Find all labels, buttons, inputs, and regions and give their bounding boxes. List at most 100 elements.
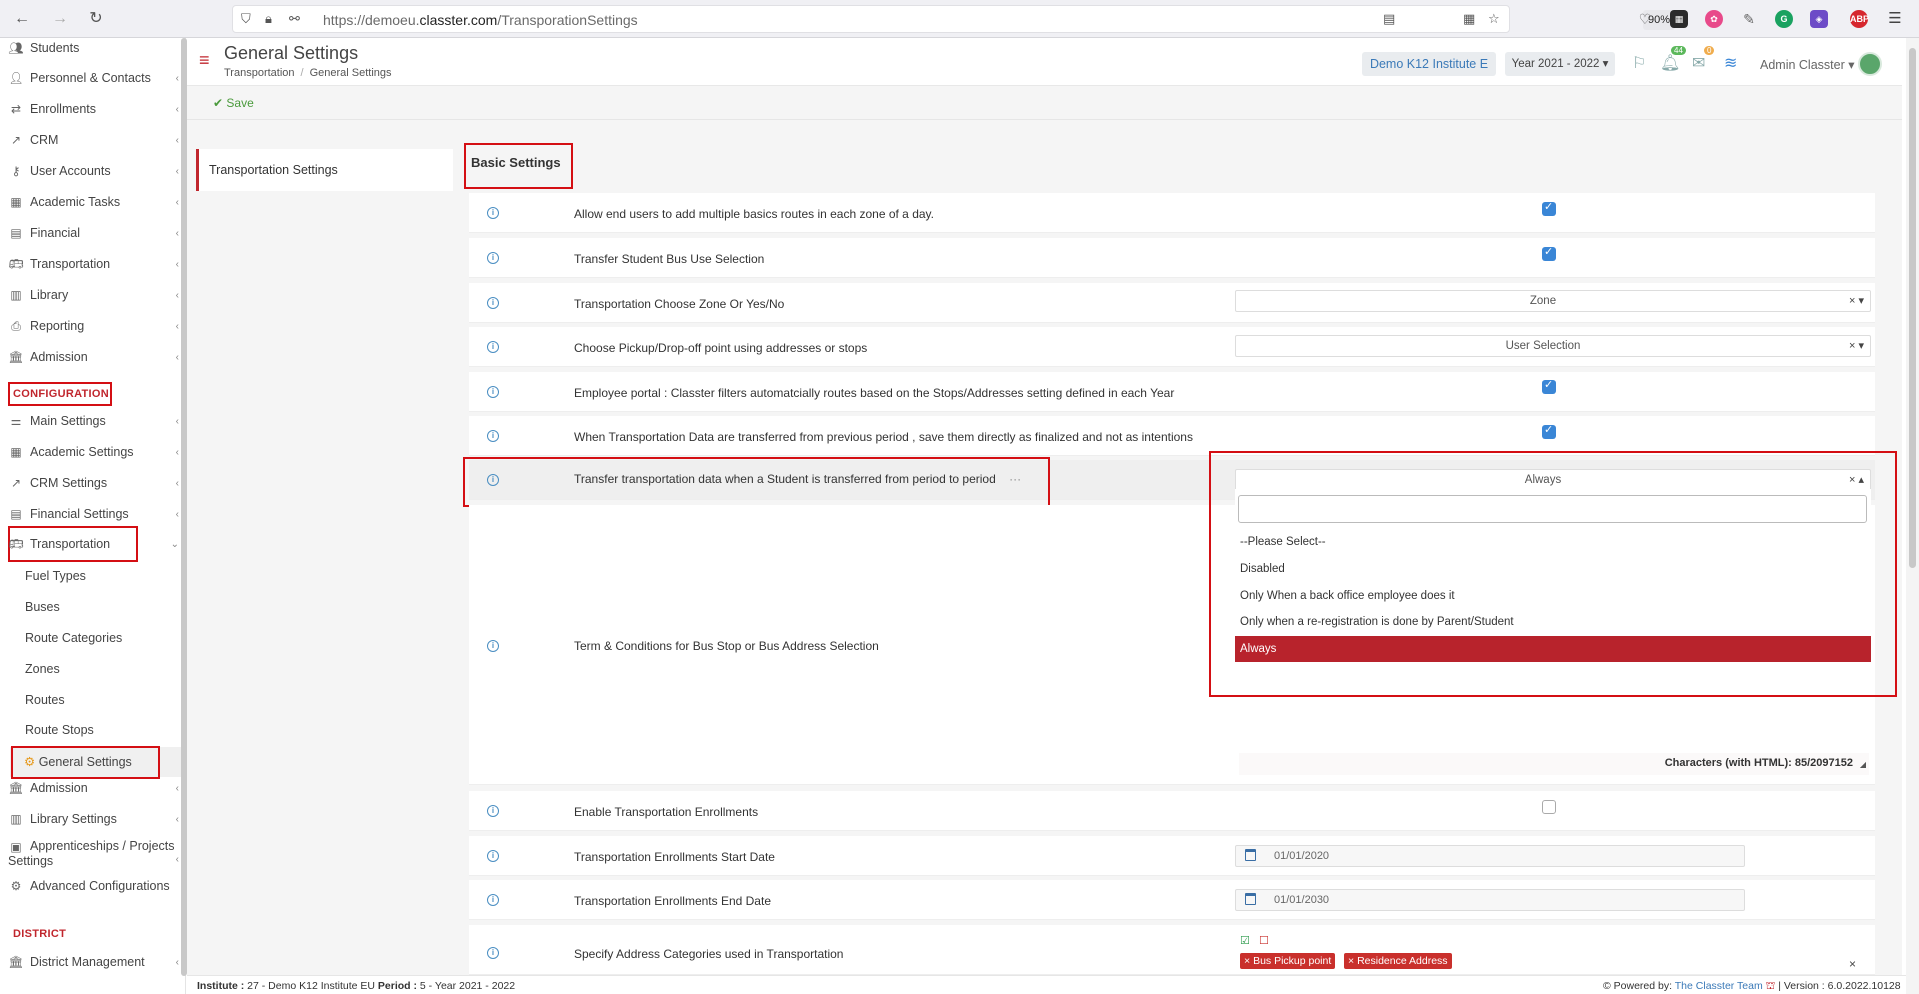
- info-icon[interactable]: i: [487, 640, 499, 652]
- info-icon[interactable]: i: [487, 207, 499, 219]
- setting-checkbox[interactable]: [1542, 245, 1556, 261]
- sidebar-item-district-management[interactable]: 🏛︎ District Management ‹: [0, 948, 181, 976]
- calendar-icon[interactable]: [1245, 849, 1256, 861]
- sidebar-item-academic-tasks[interactable]: ▦ Academic Tasks ‹: [0, 188, 181, 216]
- sidebar-item-crm-settings[interactable]: ↗ CRM Settings ‹: [0, 469, 181, 497]
- sidebar-sub-route-stops[interactable]: Route Stops: [25, 723, 94, 737]
- select-all-icon[interactable]: ☑: [1240, 934, 1250, 947]
- setting-checkbox[interactable]: [1542, 800, 1556, 814]
- info-icon[interactable]: i: [487, 430, 499, 442]
- chevron-left-icon: ‹: [175, 508, 179, 520]
- setting-select[interactable]: User Selection × ▾: [1235, 335, 1871, 357]
- sidebar-item-main-settings[interactable]: ⚌ Main Settings ‹: [0, 407, 181, 435]
- clear-caret-icon[interactable]: × ▾: [1849, 294, 1864, 307]
- qr-icon[interactable]: ▦: [1463, 11, 1475, 27]
- start-date-input[interactable]: 01/01/2020: [1235, 845, 1745, 867]
- sidebar-item-financial-settings[interactable]: ▤ Financial Settings ‹: [0, 500, 181, 528]
- sidebar-item-library[interactable]: ▥ Library ‹: [0, 281, 181, 309]
- hamburger-icon[interactable]: ≡: [199, 50, 210, 71]
- page-scrollbar[interactable]: [1906, 38, 1919, 994]
- info-icon[interactable]: i: [487, 341, 499, 353]
- avatar[interactable]: [1858, 52, 1882, 76]
- info-icon[interactable]: i: [487, 252, 499, 264]
- save-button[interactable]: ✔ Save: [213, 96, 254, 110]
- color-wheel-icon[interactable]: ✿: [1705, 10, 1723, 28]
- reload-icon[interactable]: ↻: [86, 9, 106, 29]
- calendar-icon[interactable]: [1245, 893, 1256, 905]
- info-icon[interactable]: i: [487, 894, 499, 906]
- user-menu[interactable]: Admin Classter ▾: [1760, 57, 1855, 72]
- sidebar-item-transportation-settings[interactable]: 🚌︎ Transportation ⌄: [0, 530, 181, 558]
- setting-checkbox[interactable]: [1542, 378, 1556, 394]
- sidebar-item-user-accounts[interactable]: ⚷ User Accounts ‹: [0, 157, 181, 185]
- building-icon: 🏛︎: [8, 781, 24, 795]
- sidebar-item-academic-settings[interactable]: ▦ Academic Settings ‹: [0, 438, 181, 466]
- info-icon[interactable]: i: [487, 850, 499, 862]
- sidebar-item-transportation[interactable]: 🚌︎ Transportation ‹: [0, 250, 181, 278]
- info-icon[interactable]: i: [487, 386, 499, 398]
- ext-grid-icon[interactable]: ▦: [1670, 10, 1688, 28]
- back-icon[interactable]: ←: [12, 9, 32, 29]
- grammarly-icon[interactable]: G: [1775, 10, 1793, 28]
- section-district: DISTRICT: [13, 928, 67, 940]
- ext-purple-icon[interactable]: ◈: [1810, 10, 1828, 28]
- eyedropper-icon[interactable]: ✎: [1740, 10, 1758, 28]
- users-icon: 👥︎: [8, 41, 24, 55]
- sidebar-sub-zones[interactable]: Zones: [25, 662, 60, 676]
- sidebar-item-advanced-configurations[interactable]: ⚙ Advanced Configurations: [0, 872, 181, 900]
- setting-checkbox[interactable]: [1542, 200, 1556, 216]
- action-toolbar: ✔ Save: [187, 86, 1902, 120]
- sidebar-item-students[interactable]: 👥︎ Students: [0, 38, 181, 62]
- settings-nav-item[interactable]: Transportation Settings: [196, 149, 453, 191]
- sidebar-sub-buses[interactable]: Buses: [25, 600, 60, 614]
- mail-icon[interactable]: ✉: [1692, 53, 1705, 73]
- star-icon[interactable]: ☆: [1488, 11, 1500, 27]
- sidebar-item-apprenticeships[interactable]: ▣ Apprenticeships / Projects Settings ‹: [0, 836, 181, 870]
- sidebar-item-label: Library Settings: [30, 812, 117, 826]
- sidebar-item-crm[interactable]: ↗ CRM ‹: [0, 126, 181, 154]
- powered-link[interactable]: The Classter Team: [1675, 980, 1763, 992]
- forward-icon[interactable]: →: [50, 9, 70, 29]
- contacts-icon: 👤︎: [8, 71, 24, 85]
- address-category-tag[interactable]: × Bus Pickup point: [1240, 953, 1336, 969]
- sidebar-sub-general-settings[interactable]: ⚙ General Settings: [24, 754, 132, 769]
- sidebar-item-admission[interactable]: 🏛︎ Admission ‹: [0, 343, 181, 371]
- end-date-input[interactable]: 01/01/2030: [1235, 889, 1745, 911]
- address-category-tag[interactable]: × Residence Address: [1344, 953, 1452, 969]
- sidebar-sub-routes[interactable]: Routes: [25, 693, 65, 707]
- institute-selector[interactable]: Demo K12 Institute E: [1362, 52, 1496, 76]
- deselect-all-icon[interactable]: ☐: [1259, 934, 1269, 947]
- sidebar-sub-route-categories[interactable]: Route Categories: [25, 631, 122, 645]
- url-bar[interactable]: ⛉ 🔒︎ ⚯ https://demoeu.classter.com/Trans…: [232, 5, 1675, 33]
- sidebar-item-reporting[interactable]: ⎙ Reporting ‹: [0, 312, 181, 340]
- bell-icon[interactable]: 🔔︎: [1660, 53, 1680, 73]
- select-value: Zone: [1529, 295, 1557, 307]
- setting-row: i Employee portal : Classter filters aut…: [469, 372, 1875, 412]
- info-icon[interactable]: i: [487, 947, 499, 959]
- pocket-icon[interactable]: ♡: [1636, 10, 1654, 28]
- chevron-left-icon: ‹: [175, 446, 179, 458]
- sidebar-item-library-settings[interactable]: ▥ Library Settings ‹: [0, 805, 181, 833]
- setting-select[interactable]: Zone × ▾: [1235, 290, 1871, 312]
- year-selector[interactable]: Year 2021 - 2022 ▾: [1505, 52, 1615, 76]
- clear-all-icon[interactable]: ×: [1849, 957, 1856, 971]
- breadcrumb-item[interactable]: Transportation: [224, 67, 295, 79]
- resize-handle-icon[interactable]: ◢: [1860, 760, 1866, 769]
- menu-icon[interactable]: ☰: [1886, 10, 1904, 28]
- clear-caret-icon[interactable]: × ▾: [1849, 339, 1864, 352]
- page-header: ≡ General Settings Transportation / Genera…: [187, 38, 1902, 86]
- books-icon: ▥: [10, 288, 22, 302]
- sidebar-item-personnel[interactable]: 👤︎ Personnel & Contacts ‹: [0, 64, 181, 92]
- sidebar-item-enrollments[interactable]: ⇄ Enrollments ‹: [0, 95, 181, 123]
- layers-icon[interactable]: ≋: [1724, 53, 1737, 73]
- flag-icon[interactable]: ⚐: [1632, 53, 1646, 73]
- adblock-icon[interactable]: ABP: [1850, 10, 1869, 28]
- setting-checkbox[interactable]: [1542, 423, 1556, 439]
- sidebar-sub-fuel-types[interactable]: Fuel Types: [25, 569, 86, 583]
- info-icon[interactable]: i: [487, 297, 499, 309]
- sidebar-item-admission-settings[interactable]: 🏛︎ Admission ‹: [0, 774, 181, 802]
- reader-icon[interactable]: ▤: [1383, 11, 1395, 27]
- sidebar-item-financial[interactable]: ▤ Financial ‹: [0, 219, 181, 247]
- info-icon[interactable]: i: [487, 805, 499, 817]
- setting-label: Choose Pickup/Drop-off point using addre…: [574, 341, 868, 355]
